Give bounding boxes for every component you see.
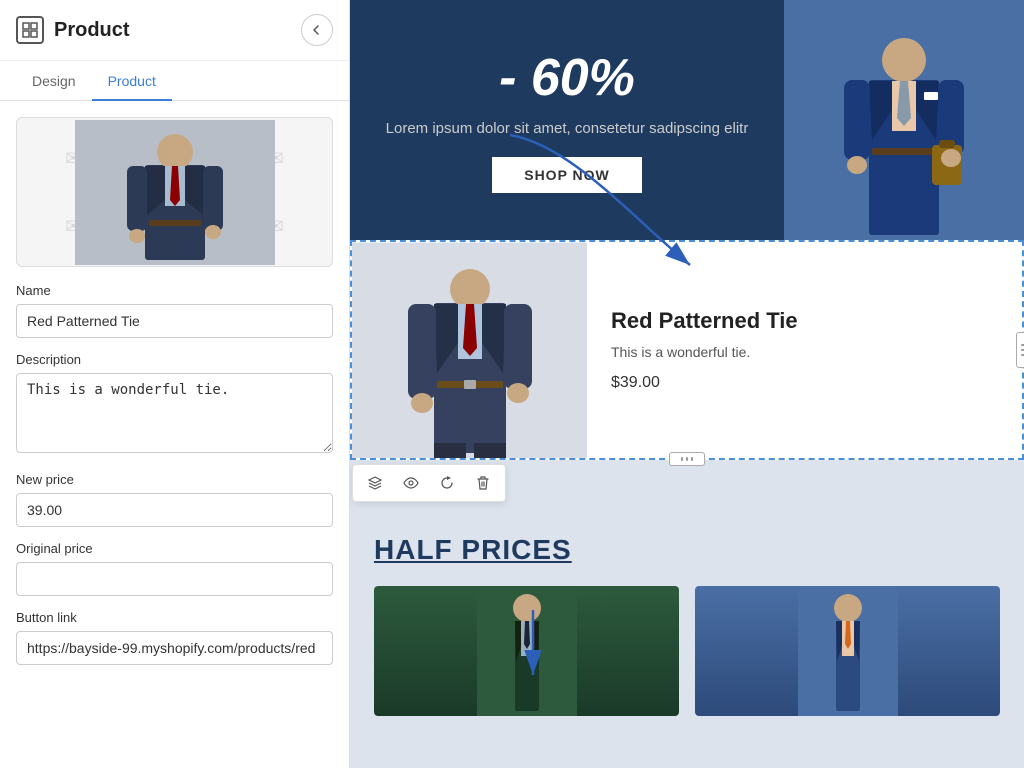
eye-icon[interactable] bbox=[397, 469, 425, 497]
main-canvas: - 60% Lorem ipsum dolor sit amet, conset… bbox=[350, 0, 1024, 768]
tabs-bar: Design Product bbox=[0, 61, 349, 101]
new-price-field-group: New price bbox=[16, 472, 333, 527]
delete-icon[interactable] bbox=[469, 469, 497, 497]
new-price-input[interactable] bbox=[16, 493, 333, 527]
hero-subtitle: Lorem ipsum dolor sit amet, consetetur s… bbox=[386, 118, 749, 139]
element-toolbar bbox=[352, 464, 506, 502]
left-panel: Product Design Product ✉✉✉ ✉✉ bbox=[0, 0, 350, 768]
half-prices-title: HALF PRICES bbox=[374, 534, 1000, 566]
button-link-input[interactable] bbox=[16, 631, 333, 665]
new-price-label: New price bbox=[16, 472, 333, 487]
product-card[interactable]: Red Patterned Tie This is a wonderful ti… bbox=[350, 240, 1024, 460]
original-price-label: Original price bbox=[16, 541, 333, 556]
refresh-icon[interactable] bbox=[433, 469, 461, 497]
panel-icon bbox=[16, 16, 44, 44]
product-preview-svg bbox=[75, 120, 275, 265]
product-name-display: Red Patterned Tie bbox=[611, 308, 998, 334]
product-image-preview: ✉✉✉ ✉✉ bbox=[16, 117, 333, 267]
product-desc-display: This is a wonderful tie. bbox=[611, 344, 998, 360]
button-link-label: Button link bbox=[16, 610, 333, 625]
resize-handle-vertical[interactable] bbox=[1016, 332, 1024, 368]
hero-left: - 60% Lorem ipsum dolor sit amet, conset… bbox=[350, 0, 784, 240]
product-image-area bbox=[352, 242, 587, 458]
half-prices-section: HALF PRICES bbox=[350, 504, 1024, 732]
canvas-content: - 60% Lorem ipsum dolor sit amet, conset… bbox=[350, 0, 1024, 768]
hero-right bbox=[784, 0, 1024, 240]
button-link-field-group: Button link bbox=[16, 610, 333, 665]
panel-title: Product bbox=[54, 19, 130, 42]
name-label: Name bbox=[16, 283, 333, 298]
original-price-field-group: Original price bbox=[16, 541, 333, 596]
product-grid bbox=[374, 586, 1000, 716]
shop-now-button[interactable]: SHOP NOW bbox=[492, 157, 642, 193]
product-thumb-blue bbox=[695, 586, 1000, 716]
resize-handle-horizontal[interactable] bbox=[669, 452, 705, 466]
product-suit-svg bbox=[352, 243, 587, 458]
tab-design[interactable]: Design bbox=[16, 61, 92, 101]
back-button[interactable] bbox=[301, 14, 333, 46]
panel-header-left: Product bbox=[16, 16, 130, 44]
hero-suit-svg bbox=[784, 0, 1024, 240]
product-info-area: Red Patterned Tie This is a wonderful ti… bbox=[587, 242, 1022, 458]
hero-section: - 60% Lorem ipsum dolor sit amet, conset… bbox=[350, 0, 1024, 240]
form-section: Name Description This is a wonderful tie… bbox=[0, 283, 349, 683]
description-input[interactable]: This is a wonderful tie. bbox=[16, 373, 333, 453]
name-field-group: Name bbox=[16, 283, 333, 338]
product-price-display: $39.00 bbox=[611, 374, 998, 392]
panel-header: Product bbox=[0, 0, 349, 61]
description-field-group: Description This is a wonderful tie. bbox=[16, 352, 333, 458]
original-price-input[interactable] bbox=[16, 562, 333, 596]
description-label: Description bbox=[16, 352, 333, 367]
product-thumb-green bbox=[374, 586, 679, 716]
tab-product[interactable]: Product bbox=[92, 61, 172, 101]
name-input[interactable] bbox=[16, 304, 333, 338]
layers-icon[interactable] bbox=[361, 469, 389, 497]
hero-discount: - 60% bbox=[499, 48, 635, 108]
